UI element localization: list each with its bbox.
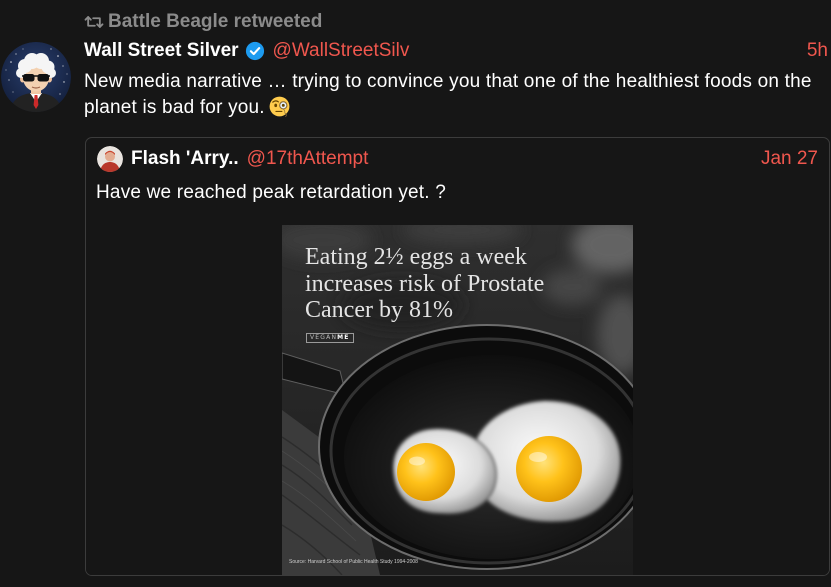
image-headline-line: Cancer by 81% xyxy=(305,297,453,323)
author-display-name[interactable]: Wall Street Silver xyxy=(84,39,239,63)
quoted-author-avatar[interactable] xyxy=(97,146,123,172)
tweet-body: New media narrative … trying to convince… xyxy=(84,69,829,121)
media-image[interactable]: Eating 2½ eggs a week increases risk of … xyxy=(282,225,633,575)
quoted-tweet-media[interactable]: Eating 2½ eggs a week increases risk of … xyxy=(86,225,829,575)
image-headline-line: Eating 2½ eggs a week xyxy=(305,244,527,270)
author-handle[interactable]: @WallStreetSilv xyxy=(273,39,410,63)
tweet-text: New media narrative … trying to convince… xyxy=(84,71,812,118)
quoted-tweet[interactable]: Flash 'Arry.. @17thAttempt Jan 27 Have w… xyxy=(85,137,830,576)
retweeter-text[interactable]: Battle Beagle retweeted xyxy=(108,11,322,33)
quoted-tweet-header: Flash 'Arry.. @17thAttempt Jan 27 xyxy=(131,147,818,171)
quoted-author-handle[interactable]: @17thAttempt xyxy=(247,147,369,171)
tweet-header: Wall Street Silver @WallStreetSilv 5h xyxy=(84,39,828,63)
image-headline-line: increases risk of Prostate xyxy=(305,270,545,297)
retweet-banner[interactable]: Battle Beagle retweeted xyxy=(84,11,322,33)
face-with-monocle-icon xyxy=(269,96,290,117)
image-headline: Eating 2½ eggs a week increases risk of … xyxy=(305,244,544,324)
logo-text-a: VEGAN xyxy=(310,334,338,341)
quoted-author-display-name[interactable]: Flash 'Arry.. xyxy=(131,147,239,171)
verified-badge-icon xyxy=(245,41,265,61)
logo-text-b: ME xyxy=(337,334,350,341)
author-avatar[interactable] xyxy=(1,42,71,112)
retweet-icon xyxy=(84,14,104,30)
image-source-caption: Source: Harvard School of Public Health … xyxy=(289,559,418,565)
quoted-tweet-date[interactable]: Jan 27 xyxy=(761,147,818,171)
tweet-timestamp[interactable]: 5h xyxy=(807,39,828,63)
image-logo: VEGANME xyxy=(306,333,354,343)
quoted-tweet-text: Have we reached peak retardation yet. ? xyxy=(96,182,447,203)
